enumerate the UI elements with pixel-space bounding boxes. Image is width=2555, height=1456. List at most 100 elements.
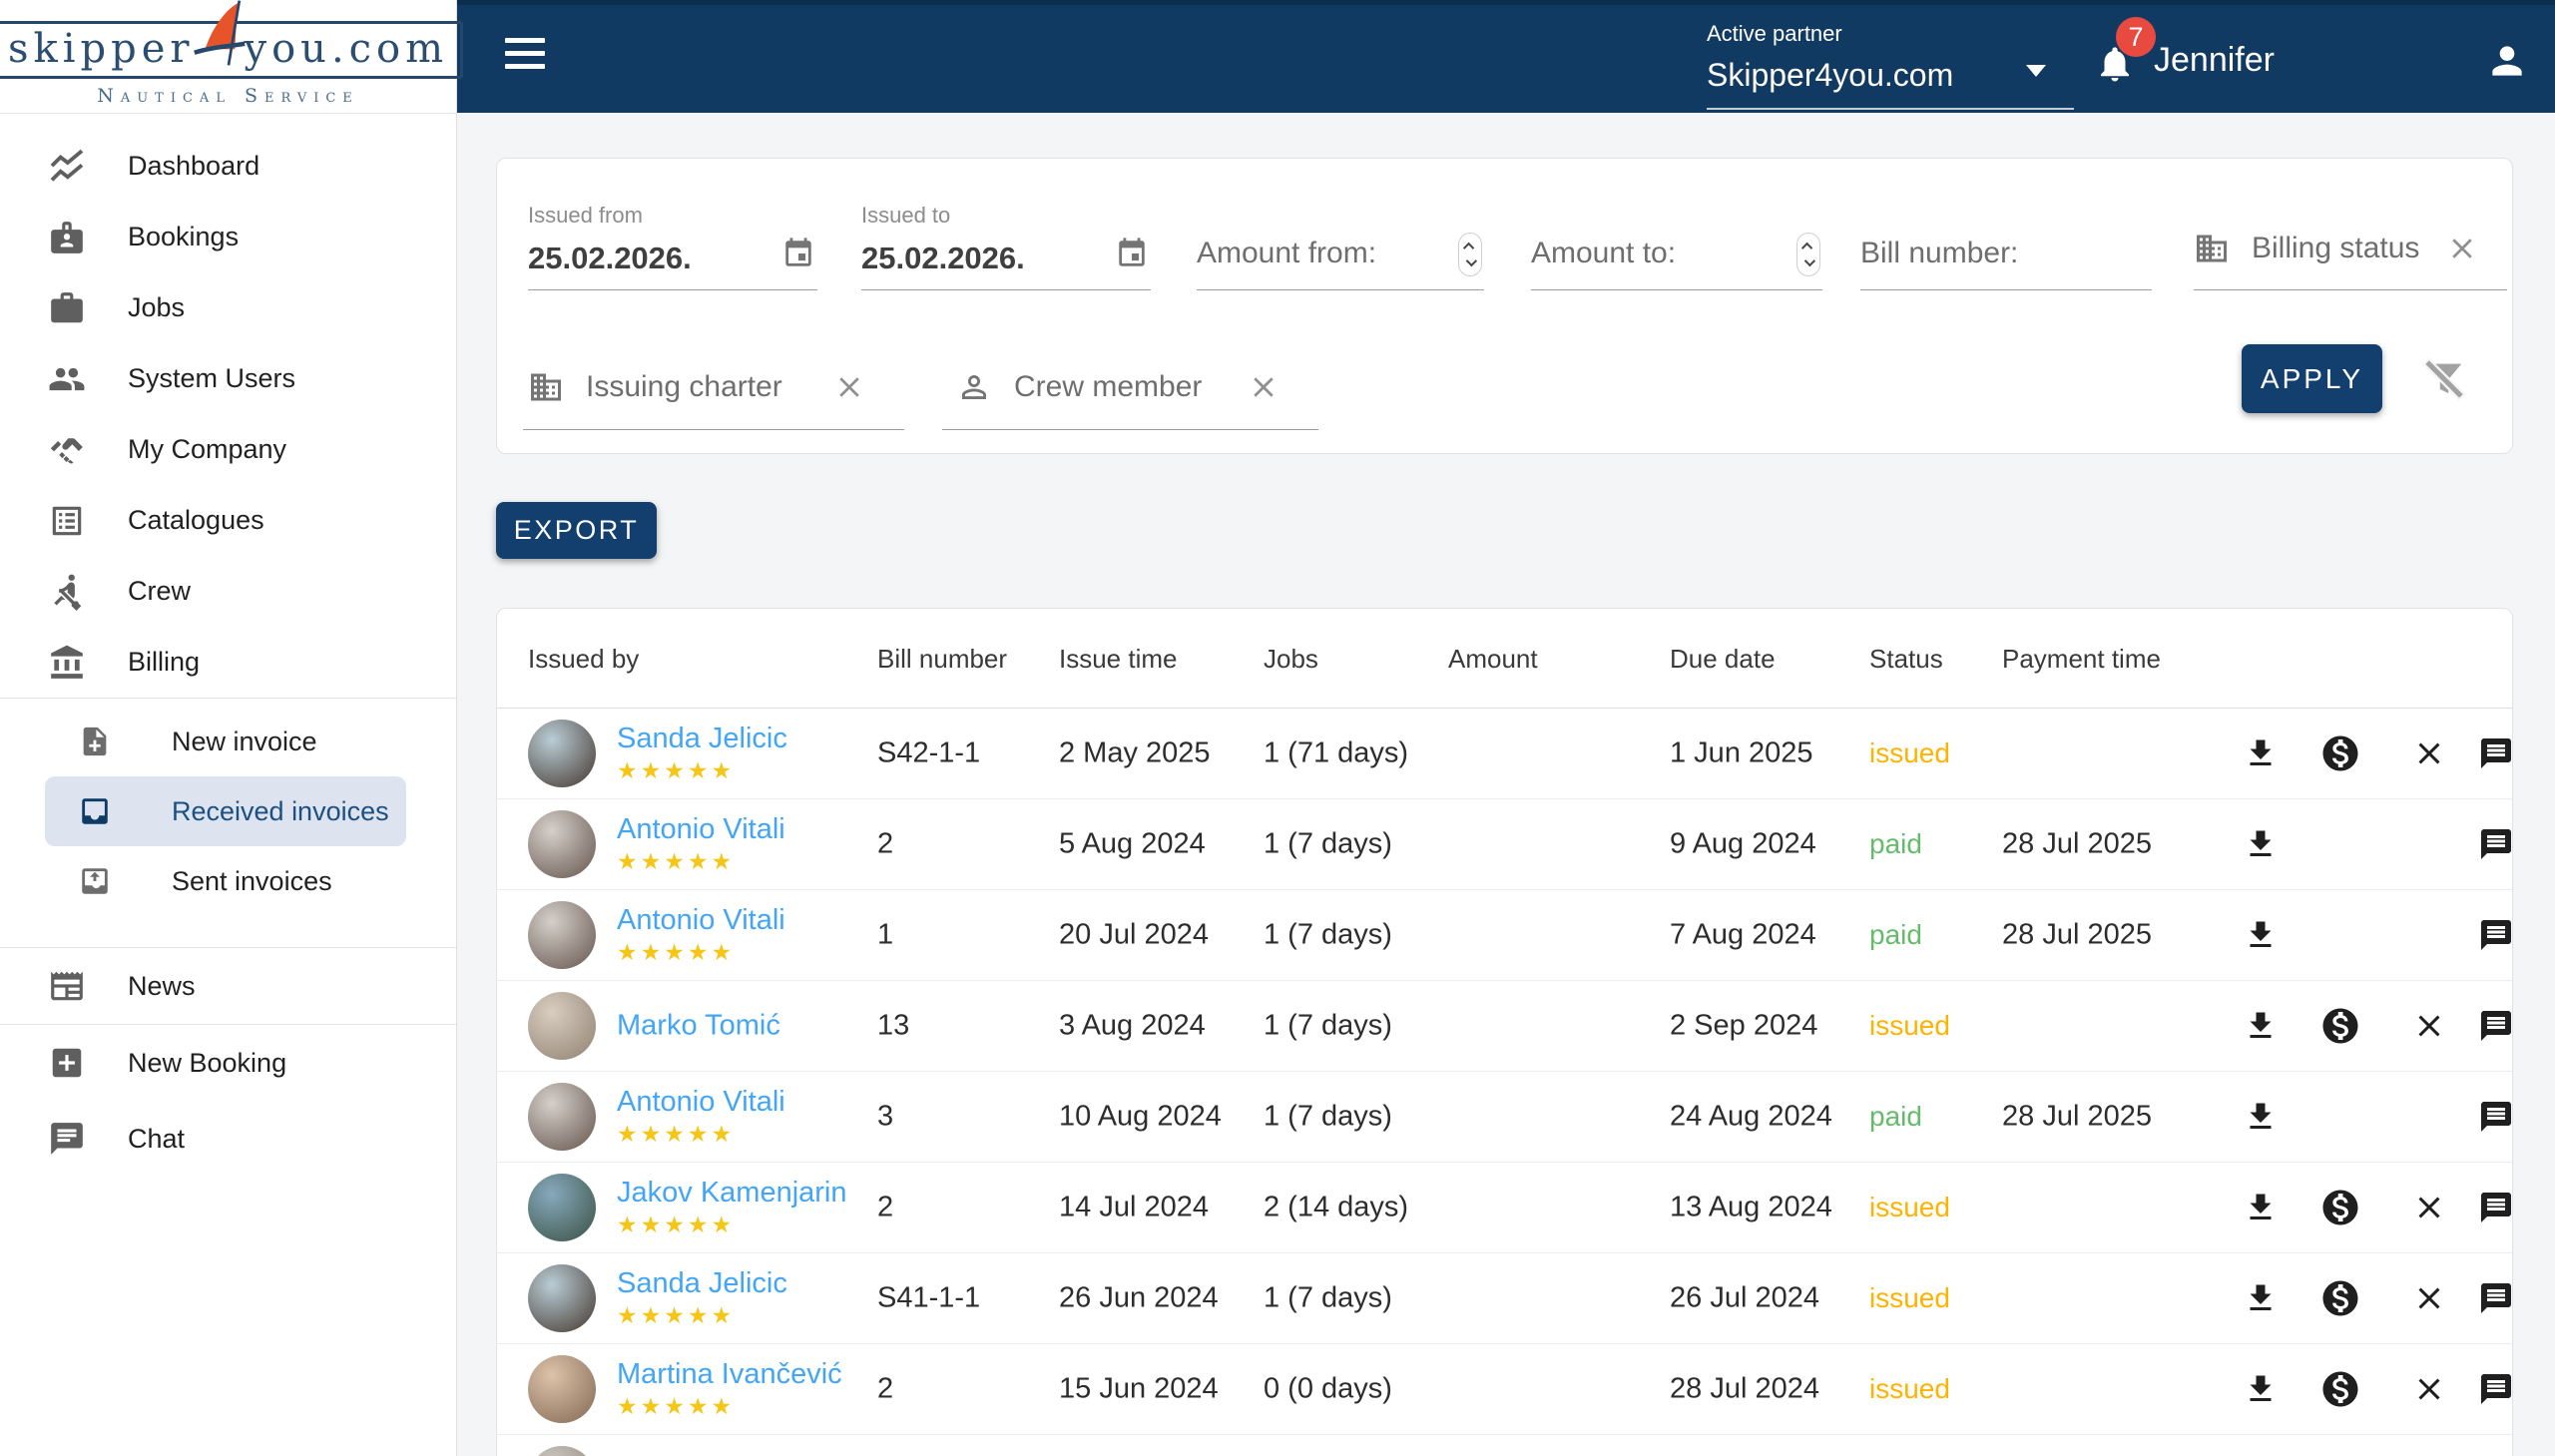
download-invoice-icon[interactable]	[2243, 1008, 2279, 1044]
sidebar-item-label: My Company	[128, 434, 287, 464]
issuer-info: Martina Ivančević ★★★★★	[617, 1358, 842, 1420]
comment-icon[interactable]	[2478, 1099, 2512, 1135]
calendar-icon[interactable]	[781, 237, 815, 270]
download-invoice-icon[interactable]	[2243, 1280, 2279, 1316]
star-rating: ★★★★★	[617, 1121, 736, 1147]
sidebar-item-news[interactable]: News	[0, 948, 456, 1024]
jobs-cell: 1 (7 days)	[1264, 827, 1392, 860]
logo-box: skipper you.com	[0, 0, 464, 79]
download-invoice-icon[interactable]	[2243, 826, 2279, 862]
news-icon	[48, 967, 86, 1005]
crew-member-placeholder: Crew member	[1014, 369, 1203, 403]
comment-icon[interactable]	[2478, 735, 2512, 771]
issuer-link[interactable]: Marko Tomić	[617, 1010, 780, 1043]
number-spinner[interactable]	[1796, 233, 1820, 276]
mark-paid-dollar-icon[interactable]	[2319, 1277, 2361, 1319]
filter-off-icon[interactable]	[2421, 356, 2467, 402]
issued-to-value: 25.02.2026.	[861, 241, 1025, 275]
mark-paid-dollar-icon[interactable]	[2319, 732, 2361, 774]
issuer-link[interactable]: Martina Ivančević	[617, 1358, 842, 1391]
mark-paid-dollar-icon[interactable]	[2319, 1005, 2361, 1047]
col-due-date: Due date	[1670, 644, 1776, 674]
amount-from-field[interactable]: Amount from:	[1197, 203, 1484, 290]
sidebar-item-catalogues[interactable]: Catalogues	[0, 485, 456, 556]
sidebar-item-bookings[interactable]: Bookings	[0, 202, 456, 272]
active-partner-value: Skipper4you.com	[1707, 57, 1954, 93]
clear-x-icon[interactable]	[834, 372, 864, 402]
download-invoice-icon[interactable]	[2243, 735, 2279, 771]
sidebar-item-system-users[interactable]: System Users	[0, 343, 456, 414]
cancel-invoice-icon[interactable]	[2411, 1371, 2447, 1407]
issued-to-field[interactable]: Issued to 25.02.2026.	[861, 203, 1151, 290]
star-rating: ★★★★★	[617, 939, 736, 965]
status-badge: issued	[1869, 1192, 1950, 1222]
comment-icon[interactable]	[2478, 1190, 2512, 1225]
issuer-info: Antonio Vitali ★★★★★	[617, 813, 785, 875]
new-invoice-icon	[78, 725, 112, 758]
cancel-invoice-icon[interactable]	[2411, 1190, 2447, 1225]
issuer-link[interactable]: Sanda Jelicic	[617, 1267, 787, 1300]
sidebar-item-jobs[interactable]: Jobs	[0, 272, 456, 343]
clear-x-icon[interactable]	[1249, 372, 1278, 402]
cancel-invoice-icon[interactable]	[2411, 1280, 2447, 1316]
download-invoice-icon[interactable]	[2243, 1099, 2279, 1135]
comment-icon[interactable]	[2478, 1371, 2512, 1407]
issued-from-field[interactable]: Issued from 25.02.2026.	[528, 203, 817, 290]
billing-status-field[interactable]: Billing status	[2194, 203, 2507, 290]
clear-x-icon[interactable]	[2447, 234, 2477, 263]
sidebar-item-new-booking[interactable]: New Booking	[0, 1025, 456, 1101]
issue-time-cell: 10 Aug 2024	[1059, 1100, 1222, 1133]
cancel-invoice-icon[interactable]	[2411, 1008, 2447, 1044]
status-badge: issued	[1869, 1373, 1950, 1404]
sidebar-item-my-company[interactable]: My Company	[0, 414, 456, 485]
download-invoice-icon[interactable]	[2243, 1371, 2279, 1407]
amount-from-placeholder: Amount from:	[1197, 237, 1377, 269]
avatar	[528, 901, 596, 969]
issuer-link[interactable]: Jakov Kamenjarin	[617, 1177, 847, 1210]
apply-button[interactable]: APPLY	[2242, 344, 2382, 413]
issuer-link[interactable]: Sanda Jelicic	[617, 723, 787, 755]
sidebar-item-chat[interactable]: Chat	[0, 1101, 456, 1177]
jobs-cell: 1 (7 days)	[1264, 1100, 1392, 1133]
bill-number-cell: 1	[877, 918, 894, 951]
comment-icon[interactable]	[2478, 1280, 2512, 1316]
due-date-cell: 9 Aug 2024	[1670, 827, 1816, 860]
due-date-cell: 1 Jun 2025	[1670, 736, 1813, 769]
download-invoice-icon[interactable]	[2243, 1190, 2279, 1225]
sidebar-item-dashboard[interactable]: Dashboard	[0, 131, 456, 202]
amount-to-field[interactable]: Amount to:	[1531, 203, 1822, 290]
sidebar-item-sent-invoices[interactable]: Sent invoices	[0, 846, 456, 916]
due-date-cell: 7 Aug 2024	[1670, 918, 1816, 951]
sidebar-item-label: Billing	[128, 647, 201, 677]
download-invoice-icon[interactable]	[2243, 917, 2279, 953]
bill-number-field[interactable]: Bill number:	[1860, 203, 2152, 290]
comment-icon[interactable]	[2478, 917, 2512, 953]
hamburger-menu-icon[interactable]	[505, 38, 545, 72]
avatar	[528, 720, 596, 787]
sidebar-bottom-group: News New Booking Chat	[0, 948, 456, 1177]
sidebar-item-new-invoice[interactable]: New invoice	[0, 707, 456, 776]
sidebar-item-received-invoices[interactable]: Received invoices	[45, 776, 406, 846]
brand-logo[interactable]: skipper you.com Nautical Service	[0, 0, 464, 114]
invoices-table: Issued by Bill number Issue time Jobs Am…	[496, 608, 2513, 1456]
issuer-link[interactable]: Antonio Vitali	[617, 904, 785, 937]
number-spinner[interactable]	[1458, 233, 1482, 276]
cancel-invoice-icon[interactable]	[2411, 735, 2447, 771]
mark-paid-dollar-icon[interactable]	[2319, 1187, 2361, 1228]
issuing-charter-field[interactable]: Issuing charter	[523, 344, 904, 430]
active-partner-select[interactable]: Active partner Skipper4you.com	[1707, 21, 2074, 110]
status-badge: issued	[1869, 1010, 1950, 1041]
export-button[interactable]: EXPORT	[496, 502, 657, 559]
bill-number-cell: 2	[877, 827, 894, 860]
issuer-link[interactable]: Antonio Vitali	[617, 813, 785, 846]
comment-icon[interactable]	[2478, 1008, 2512, 1044]
sidebar-item-billing[interactable]: Billing	[0, 627, 456, 698]
issuer-link[interactable]: Antonio Vitali	[617, 1086, 785, 1119]
comment-icon[interactable]	[2478, 826, 2512, 862]
mark-paid-dollar-icon[interactable]	[2319, 1368, 2361, 1410]
account-icon[interactable]	[2485, 39, 2529, 83]
sidebar-item-crew[interactable]: Crew	[0, 556, 456, 627]
billing-status-placeholder: Billing status	[2252, 232, 2420, 264]
calendar-icon[interactable]	[1115, 237, 1149, 270]
crew-member-field[interactable]: Crew member	[942, 344, 1318, 430]
